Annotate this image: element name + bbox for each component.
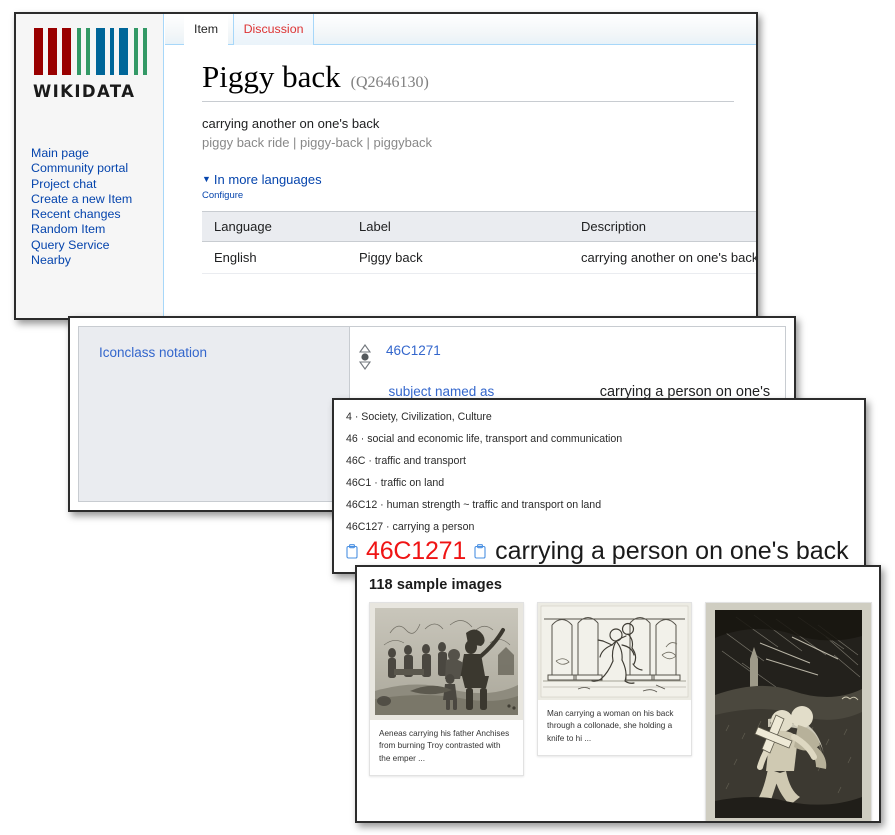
sample-images-row: Aeneas carrying his father Anchises from… — [369, 602, 872, 821]
title-divider — [202, 100, 734, 102]
hierarchy-list: 4 · Society, Civilization, Culture 46 · … — [334, 400, 864, 539]
title-row: Piggy back (Q2646130) — [202, 59, 756, 94]
hierarchy-item-46[interactable]: 46 · social and economic life, transport… — [346, 428, 864, 450]
tab-item[interactable]: Item — [184, 14, 229, 45]
rank-selector-icon[interactable] — [357, 344, 373, 370]
table-header-row: Language Label Description — [202, 210, 756, 242]
table-row: English Piggy back carrying another on o… — [202, 241, 756, 274]
screenshot-stage: WIKIDATA Main page Community portal Proj… — [0, 0, 895, 835]
sample-caption-2: Man carrying a woman on his back through… — [547, 709, 674, 743]
hierarchy-selected-code[interactable]: 46C1271 — [366, 537, 466, 566]
languages-table: Language Label Description English Piggy… — [202, 210, 756, 274]
clipboard-icon-secondary[interactable] — [474, 544, 486, 559]
sidebar-item-community-portal[interactable]: Community portal — [31, 161, 163, 176]
sample-card-1[interactable]: Aeneas carrying his father Anchises from… — [369, 602, 524, 776]
wikidata-body: Piggy back (Q2646130) carrying another o… — [165, 45, 756, 274]
sample-image-2 — [538, 603, 691, 700]
entity-description[interactable]: carrying another on one's back — [202, 116, 756, 131]
clipboard-icon[interactable] — [346, 544, 358, 559]
wikidata-logo-bars — [34, 28, 163, 75]
iconclass-hierarchy-panel: 4 · Society, Civilization, Culture 46 · … — [332, 398, 866, 574]
sample-image-1 — [370, 603, 523, 720]
wikidata-nav: Main page Community portal Project chat … — [16, 146, 163, 268]
sample-card-2[interactable]: Man carrying a woman on his back through… — [537, 602, 692, 756]
sample-images-title: 118 sample images — [369, 577, 503, 593]
page-title: Piggy back — [202, 59, 341, 94]
chevron-down-icon: ▼ — [202, 173, 211, 184]
hierarchy-item-46C1[interactable]: 46C1 · traffic on land — [346, 472, 864, 494]
statement-value[interactable]: 46C1271 — [386, 343, 441, 358]
sidebar-item-main-page[interactable]: Main page — [31, 146, 163, 161]
wikidata-item-page-panel: WIKIDATA Main page Community portal Proj… — [14, 12, 758, 320]
hierarchy-item-46C12[interactable]: 46C12 · human strength ~ traffic and tra… — [346, 494, 864, 516]
sidebar-item-create-new-item[interactable]: Create a new Item — [31, 192, 163, 207]
hierarchy-selected-text: carrying a person on one's back — [495, 537, 849, 565]
sample-image-3 — [706, 603, 871, 821]
sidebar-item-nearby[interactable]: Nearby — [31, 253, 163, 268]
entity-id: (Q2646130) — [350, 74, 429, 91]
sidebar-item-query-service[interactable]: Query Service — [31, 238, 163, 253]
hierarchy-item-46C[interactable]: 46C · traffic and transport — [346, 450, 864, 472]
cell-label: Piggy back — [347, 241, 569, 274]
sample-card-3[interactable] — [705, 602, 872, 821]
in-more-languages-toggle[interactable]: ▼ In more languages — [202, 172, 756, 187]
tab-discussion[interactable]: Discussion — [232, 14, 315, 45]
sample-images-panel: 118 sample images Aeneas carrying his fa… — [355, 565, 881, 823]
wikidata-wordmark: WIKIDATA — [33, 82, 136, 101]
statement-main-value-row: 46C1271 — [351, 327, 785, 370]
qualifier-property-label[interactable]: subject named as — [351, 384, 532, 399]
in-more-languages-label: In more languages — [213, 171, 322, 187]
hierarchy-item-4[interactable]: 4 · Society, Civilization, Culture — [346, 406, 864, 428]
cell-description: carrying another on one's back — [569, 241, 756, 274]
entity-aliases[interactable]: piggy back ride | piggy-back | piggyback — [202, 135, 756, 150]
cell-language: English — [202, 241, 347, 274]
configure-link[interactable]: Configure — [202, 190, 756, 201]
statement-property-label[interactable]: Iconclass notation — [79, 327, 349, 360]
column-header-language: Language — [202, 210, 347, 242]
hierarchy-item-46C127[interactable]: 46C127 · carrying a person — [346, 516, 864, 538]
sidebar-item-random-item[interactable]: Random Item — [31, 222, 163, 237]
column-header-label: Label — [347, 210, 569, 242]
column-header-description: Description — [569, 210, 756, 242]
wikidata-tab-bar: Item Discussion — [165, 14, 756, 45]
sidebar-item-recent-changes[interactable]: Recent changes — [31, 207, 163, 222]
statement-property-column: Iconclass notation — [79, 327, 350, 501]
wikidata-sidebar: WIKIDATA Main page Community portal Proj… — [16, 14, 164, 318]
wikidata-content: Item Discussion Piggy back (Q2646130) ca… — [165, 14, 756, 318]
wikidata-logo[interactable]: WIKIDATA — [16, 14, 163, 101]
sidebar-item-project-chat[interactable]: Project chat — [31, 177, 163, 192]
sample-caption-1: Aeneas carrying his father Anchises from… — [379, 729, 510, 763]
